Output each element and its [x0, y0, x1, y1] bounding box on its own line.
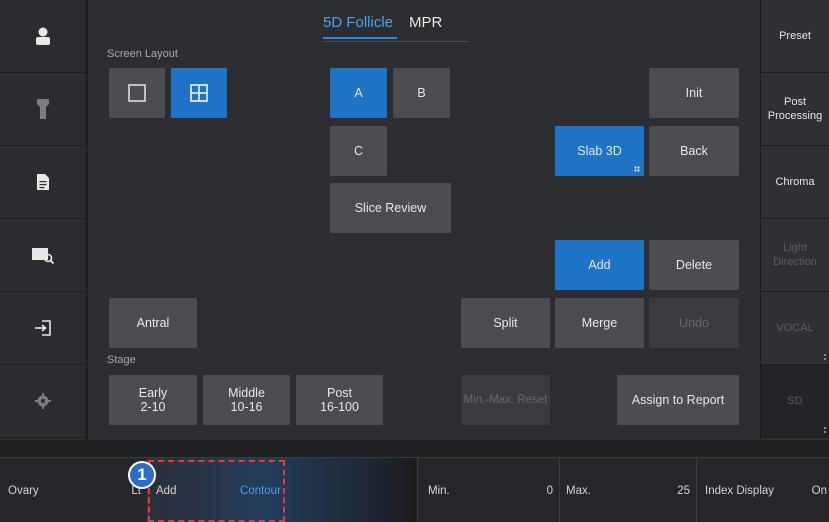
max-control[interactable]: Max. 25 [560, 458, 697, 522]
early-stage-button[interactable]: Early 2-10 [109, 375, 197, 425]
ovary-label: Ovary [8, 484, 39, 497]
post-range: 16-100 [320, 400, 359, 414]
min-max-reset-button[interactable]: Min.-Max. Reset [461, 375, 550, 425]
post-processing-button[interactable]: Post Processing [761, 73, 829, 146]
right-menu: Preset Post Processing Chroma Light Dire… [760, 0, 829, 440]
index-display-label: Index Display [705, 484, 775, 497]
document-icon [37, 174, 49, 190]
review-button[interactable] [0, 219, 86, 292]
split-button[interactable]: Split [461, 298, 550, 348]
slab-3d-label: Slab 3D [577, 144, 622, 158]
probe-icon [37, 99, 49, 119]
min-label: Min. [428, 484, 450, 497]
callout-number-badge: 1 [128, 461, 156, 489]
settings-button[interactable] [0, 365, 86, 438]
quad-layout-button[interactable] [171, 68, 227, 118]
post-processing-label-2: Processing [767, 110, 823, 122]
probe-button[interactable] [0, 73, 86, 146]
init-button[interactable]: Init [649, 68, 739, 118]
tab-5d-follicle[interactable]: 5D Follicle [323, 14, 398, 39]
min-value: 0 [546, 484, 553, 497]
screen-layout-label: Screen Layout [107, 48, 178, 60]
view-b-button[interactable]: B [393, 68, 450, 118]
report-button[interactable] [0, 146, 86, 219]
merge-button[interactable]: Merge [555, 298, 644, 348]
light-direction-label-1: Light [783, 242, 807, 254]
bottom-control-bar: Ovary Lt Add Contour Min. 0 Max. 25 Inde… [0, 457, 829, 522]
highlight-box [148, 460, 285, 522]
sd-label: SD [787, 395, 803, 407]
exit-icon [35, 320, 51, 336]
quad-view-icon [190, 84, 208, 102]
assign-to-report-button[interactable]: Assign to Report [617, 375, 739, 425]
gear-icon [35, 393, 51, 409]
sd-button[interactable]: SD [761, 365, 829, 438]
chroma-button[interactable]: Chroma [761, 146, 829, 219]
more-icon [824, 427, 826, 433]
tab-mpr[interactable]: MPR [409, 14, 442, 39]
more-icon [824, 354, 826, 360]
single-layout-button[interactable] [109, 68, 165, 118]
tab-bar: 5D Follicle MPR [323, 14, 442, 39]
light-direction-label-2: Direction [773, 256, 817, 268]
post-label: Post [326, 386, 352, 400]
index-display-control[interactable]: Index Display On [697, 458, 829, 522]
grip-icon [634, 166, 640, 172]
middle-stage-button[interactable]: Middle 10-16 [203, 375, 290, 425]
min-control[interactable]: Min. 0 [418, 458, 560, 522]
post-processing-label-1: Post [783, 96, 806, 108]
slice-review-button[interactable]: Slice Review [330, 183, 451, 233]
patient-button[interactable] [0, 0, 86, 73]
tab-underline [323, 41, 468, 42]
early-range: 2-10 [140, 400, 166, 414]
back-button[interactable]: Back [649, 126, 739, 176]
user-icon [36, 27, 50, 45]
index-display-value: On [811, 484, 827, 497]
middle-range: 10-16 [230, 400, 263, 414]
early-label: Early [138, 386, 168, 400]
main-panel: 5D Follicle MPR Screen Layout A B C Slic… [88, 0, 760, 440]
delete-button[interactable]: Delete [649, 240, 739, 290]
slab-3d-button[interactable]: Slab 3D [555, 126, 644, 176]
exit-button[interactable] [0, 292, 86, 365]
add-button[interactable]: Add [555, 240, 644, 290]
middle-label: Middle [228, 386, 265, 400]
left-toolbar [0, 0, 87, 440]
single-view-icon [128, 84, 146, 102]
image-search-icon [32, 248, 55, 264]
undo-button[interactable]: Undo [649, 298, 739, 348]
max-value: 25 [677, 484, 690, 497]
antral-button[interactable]: Antral [109, 298, 197, 348]
vocal-label: VOCAL [776, 322, 814, 334]
view-a-button[interactable]: A [330, 68, 387, 118]
ovary-control[interactable]: Ovary Lt [0, 458, 148, 522]
view-c-button[interactable]: C [330, 126, 387, 176]
light-direction-button[interactable]: Light Direction [761, 219, 829, 292]
max-label: Max. [566, 484, 591, 497]
post-stage-button[interactable]: Post 16-100 [296, 375, 383, 425]
stage-label: Stage [107, 354, 136, 366]
preset-button[interactable]: Preset [761, 0, 829, 73]
vocal-button[interactable]: VOCAL [761, 292, 829, 365]
